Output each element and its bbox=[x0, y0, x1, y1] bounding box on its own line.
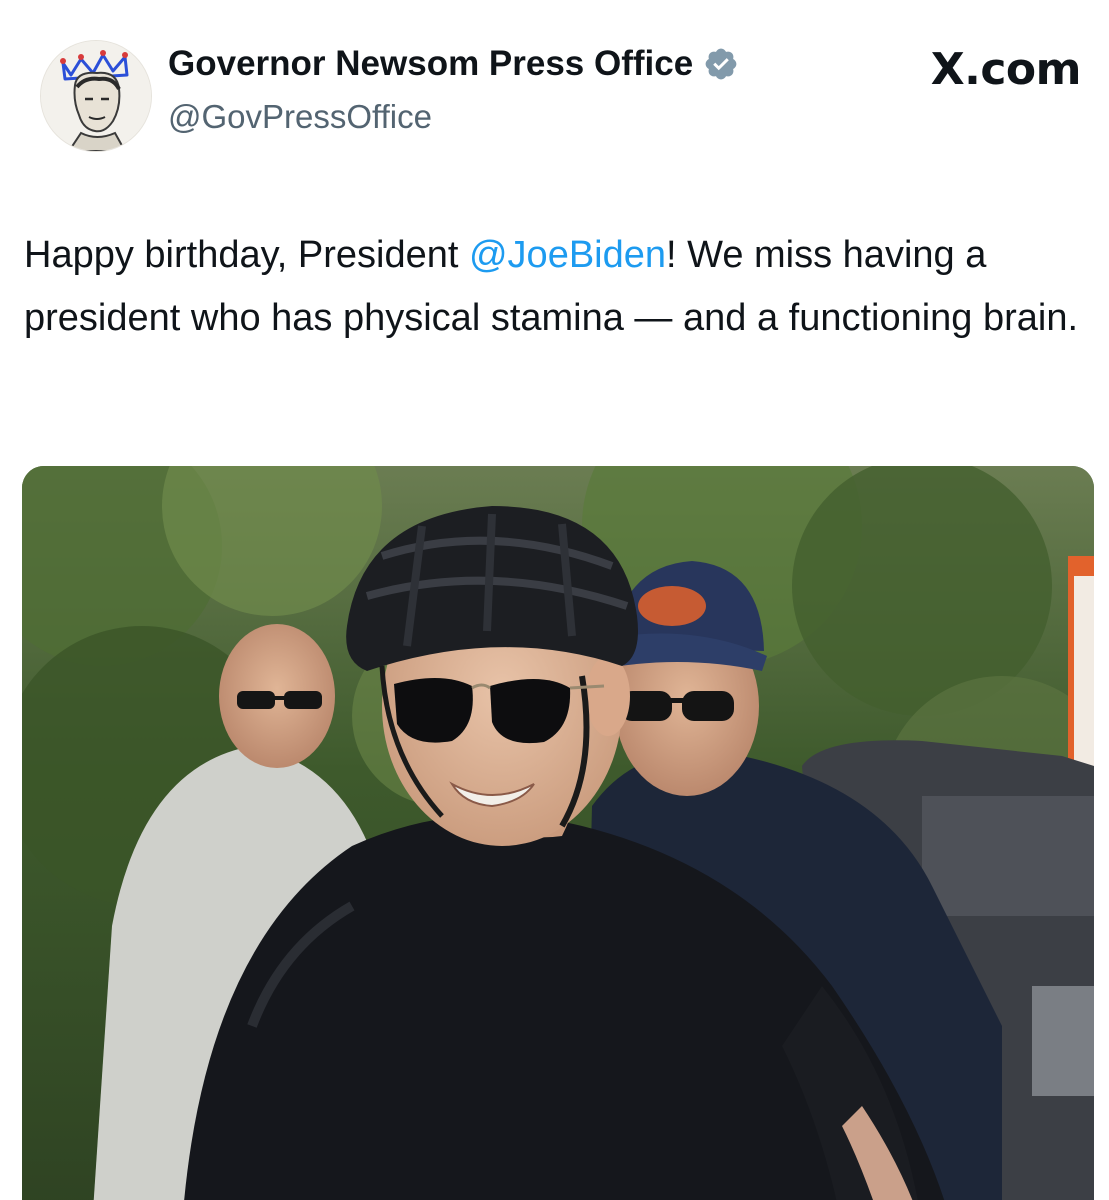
display-name[interactable]: Governor Newsom Press Office bbox=[168, 44, 693, 84]
post-screenshot: Governor Newsom Press Office @GovPressOf… bbox=[0, 0, 1109, 1200]
tweet-text: Happy birthday, President @JoeBiden! We … bbox=[24, 224, 1099, 350]
display-name-row[interactable]: Governor Newsom Press Office bbox=[168, 44, 739, 84]
handle[interactable]: @GovPressOffice bbox=[168, 98, 432, 136]
verified-badge-icon bbox=[703, 46, 739, 82]
bike-ride-photo bbox=[22, 466, 1094, 1200]
brand-label: X.com bbox=[930, 44, 1082, 95]
mention-link[interactable]: @JoeBiden bbox=[469, 234, 666, 276]
crowned-portrait-avatar-icon bbox=[41, 41, 151, 151]
avatar[interactable] bbox=[40, 40, 152, 152]
post-photo[interactable] bbox=[22, 466, 1094, 1200]
tweet-text-part1: Happy birthday, President bbox=[24, 234, 469, 276]
